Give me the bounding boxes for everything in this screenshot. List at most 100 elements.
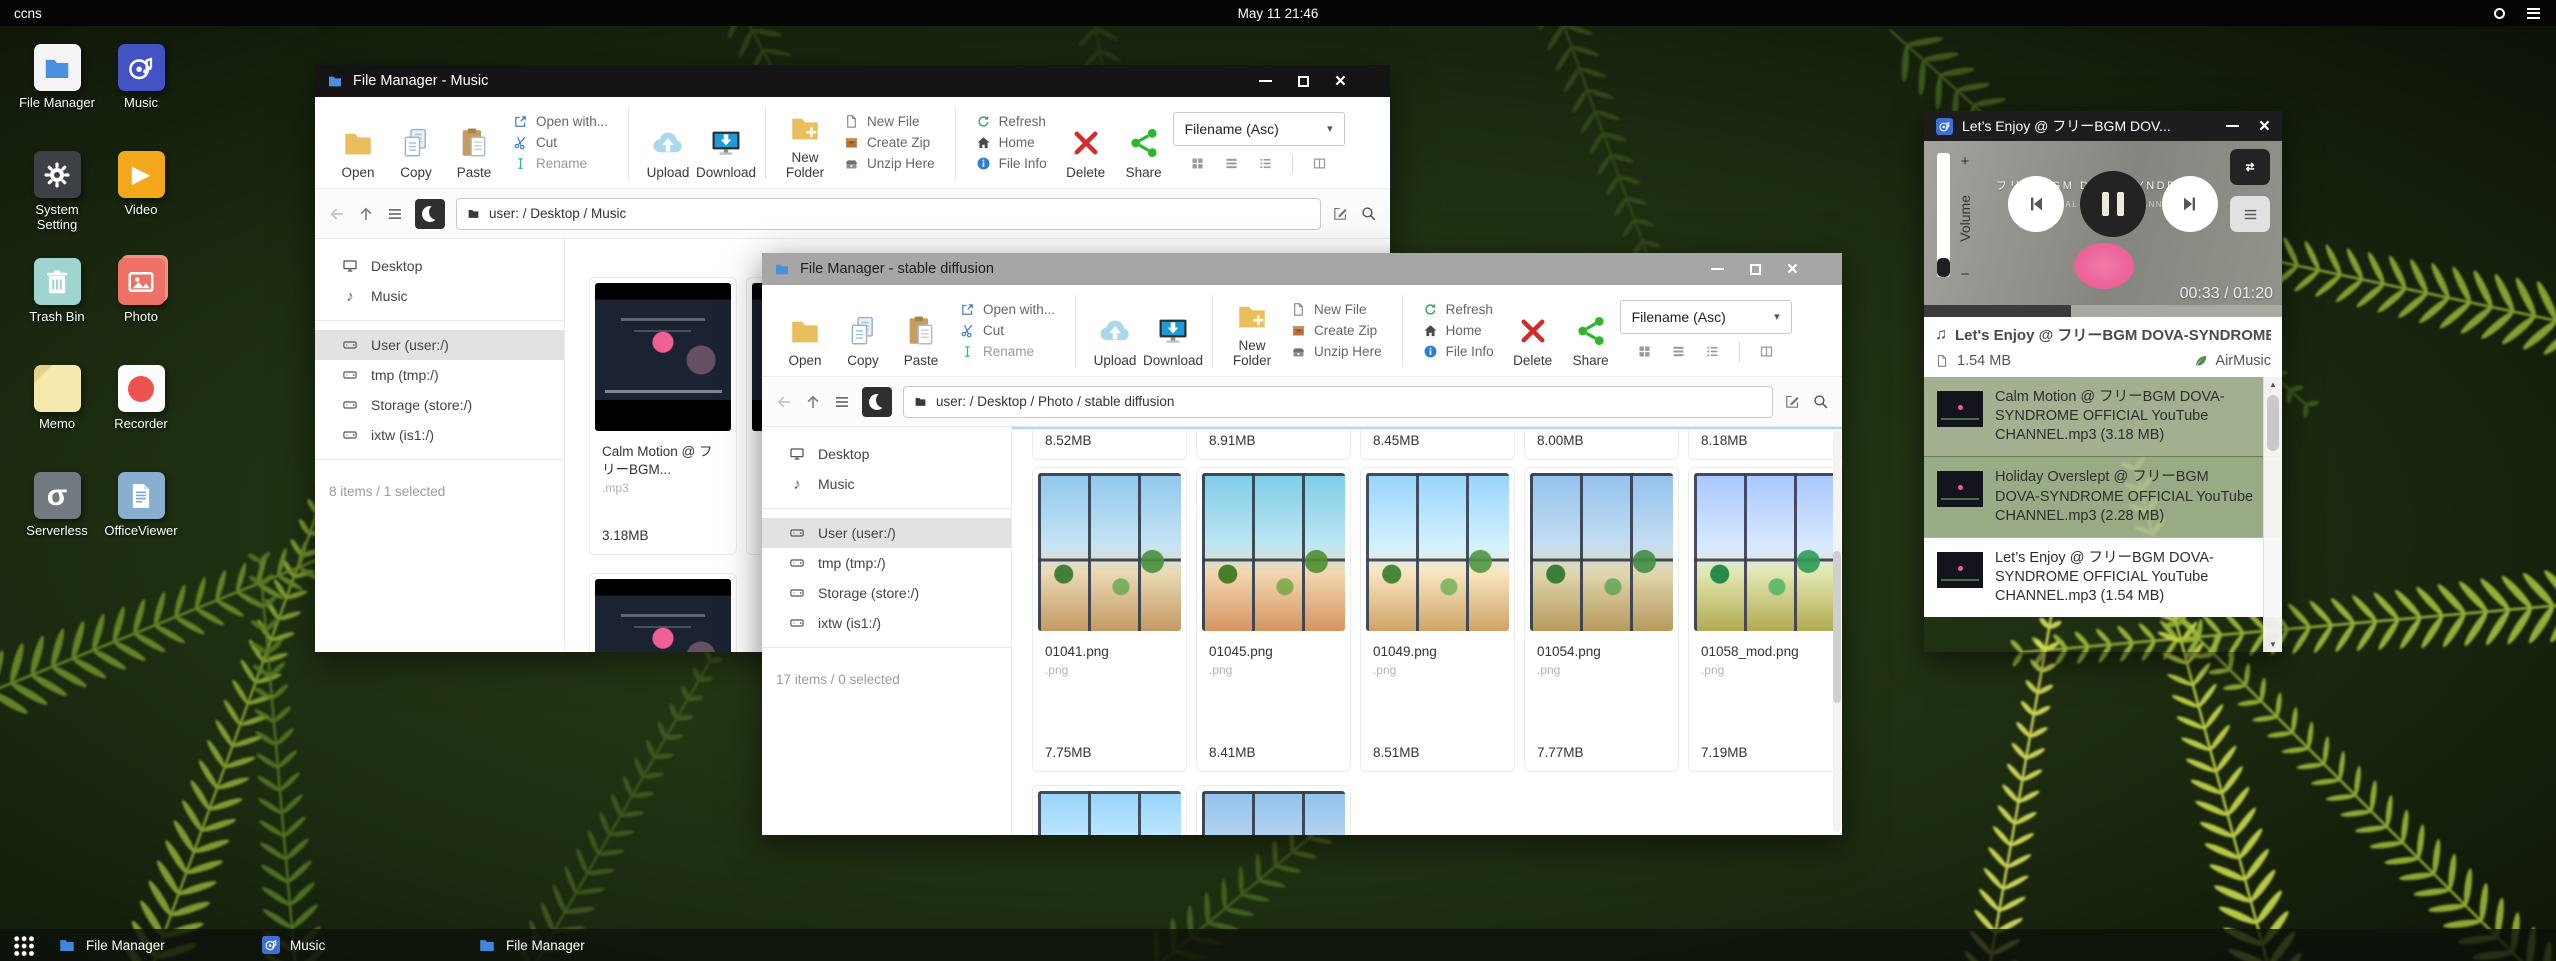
copy-button[interactable]: Copy (387, 106, 445, 180)
cut-button[interactable]: Cut (513, 135, 608, 150)
file-card[interactable] (589, 573, 737, 652)
path-menu-icon[interactable] (833, 393, 851, 411)
grid-view-icon[interactable] (1637, 344, 1652, 359)
edit-path-icon[interactable] (1332, 205, 1349, 222)
app-launcher-button[interactable] (13, 935, 34, 956)
open-with-button[interactable]: Open with... (513, 114, 608, 129)
detail-view-icon[interactable] (1705, 344, 1720, 359)
search-icon[interactable] (1360, 205, 1377, 222)
playlist-scrollbar[interactable]: ▲ ▼ (2263, 377, 2282, 652)
playlist-item-current[interactable]: Let’s Enjoy @ フリーBGM DOVA-SYNDROME OFFIC… (1924, 537, 2282, 617)
sidebar-item-music[interactable]: ♪ Music (762, 469, 1011, 499)
desktop-icon-serverless[interactable]: σ Serverless (18, 472, 96, 579)
playlist-toggle-button[interactable] (2230, 196, 2270, 232)
file-card-partial[interactable]: 8.91MB (1196, 427, 1351, 460)
close-button[interactable]: × (1335, 72, 1346, 91)
desktop-icon-system-setting[interactable]: System Setting (18, 151, 96, 258)
file-card-01045[interactable]: 01045.png .png 8.41MB (1196, 467, 1351, 772)
minimize-button[interactable] (1711, 268, 1724, 270)
file-card-partial[interactable] (1196, 785, 1351, 835)
volume-slider[interactable] (1937, 153, 1950, 277)
new-folder-button[interactable]: New Folder (1223, 294, 1281, 368)
desktop-icon-file-manager[interactable]: File Manager (18, 44, 96, 151)
file-card-01049[interactable]: 01049.png .png 8.51MB (1360, 467, 1515, 772)
open-button[interactable]: Open (776, 294, 834, 368)
file-card-partial[interactable]: 8.52MB (1032, 427, 1187, 460)
cut-button[interactable]: Cut (960, 323, 1055, 338)
home-button[interactable]: Home (1423, 323, 1494, 338)
pause-button[interactable] (2080, 171, 2146, 237)
new-file-button[interactable]: New File (844, 114, 935, 129)
next-track-button[interactable] (2162, 176, 2218, 232)
path-menu-icon[interactable] (386, 205, 404, 223)
desktop-icon-memo[interactable]: Memo (18, 365, 96, 472)
minimize-button[interactable] (1259, 80, 1272, 82)
up-button[interactable] (357, 205, 375, 223)
taskbar-item-music[interactable]: Music (262, 929, 325, 961)
close-button[interactable]: × (1787, 260, 1798, 279)
delete-button[interactable]: Delete (1057, 106, 1115, 180)
file-card-partial[interactable]: 8.18MB (1688, 427, 1842, 460)
download-button[interactable]: Download (697, 106, 755, 180)
volume-slider-thumb[interactable] (1937, 258, 1950, 277)
unzip-here-button[interactable]: Unzip Here (1291, 344, 1382, 359)
player-titlebar[interactable]: Let’s Enjoy @ フリーBGM DOV... × (1924, 111, 2282, 141)
status-ring-icon[interactable] (2494, 8, 2505, 19)
system-menu-icon[interactable] (2527, 8, 2540, 19)
column-view-icon[interactable] (1759, 344, 1774, 359)
share-button[interactable]: Share (1115, 106, 1173, 180)
window-music-player[interactable]: Let’s Enjoy @ フリーBGM DOV... × フリー BGM DO… (1924, 111, 2282, 652)
playlist-item[interactable]: Calm Motion @ フリーBGM DOVA-SYNDROME OFFIC… (1924, 377, 2282, 456)
scroll-up-icon[interactable]: ▲ (2269, 380, 2277, 389)
desktop-icon-video[interactable]: ▶ Video (102, 151, 180, 258)
scrollbar-thumb[interactable] (1833, 551, 1841, 704)
sidebar-item-drive-user[interactable]: User (user:/) (315, 330, 564, 360)
sidebar-item-desktop[interactable]: Desktop (762, 439, 1011, 469)
breadcrumb[interactable]: user: / Desktop / Photo / stable diffusi… (903, 386, 1773, 418)
rename-button[interactable]: Rename (513, 156, 608, 171)
home-button[interactable]: Home (976, 135, 1047, 150)
playlist-item[interactable]: Holiday Overslept @ フリーBGM DOVA-SYNDROME… (1924, 456, 2282, 536)
new-folder-button[interactable]: New Folder (776, 106, 834, 180)
sort-dropdown[interactable]: Filename (Asc) ▾ (1173, 112, 1345, 146)
detail-view-icon[interactable] (1258, 156, 1273, 171)
share-button[interactable]: Share (1562, 294, 1620, 368)
new-file-button[interactable]: New File (1291, 302, 1382, 317)
refresh-button[interactable]: Refresh (1423, 302, 1494, 317)
file-card-01058-mod[interactable]: 01058_mod.png .png 7.19MB (1688, 467, 1842, 772)
file-card-partial[interactable] (1032, 785, 1187, 835)
vertical-scrollbar[interactable] (1833, 430, 1841, 832)
open-with-button[interactable]: Open with... (960, 302, 1055, 317)
desktop-icon-recorder[interactable]: Recorder (102, 365, 180, 472)
list-view-icon[interactable] (1671, 344, 1686, 359)
sidebar-item-drive-tmp[interactable]: tmp (tmp:/) (315, 360, 564, 390)
create-zip-button[interactable]: Create Zip (844, 135, 935, 150)
download-button[interactable]: Download (1144, 294, 1202, 368)
grid-view-icon[interactable] (1190, 156, 1205, 171)
dark-mode-toggle[interactable] (862, 387, 892, 417)
upload-button[interactable]: Upload (1086, 294, 1144, 368)
sidebar-item-drive-storage[interactable]: Storage (store:/) (315, 390, 564, 420)
scroll-down-icon[interactable]: ▼ (2269, 640, 2277, 649)
file-card-calm-motion[interactable]: Calm Motion @ フリーBGM... .mp3 3.18MB (589, 277, 737, 555)
unzip-here-button[interactable]: Unzip Here (844, 156, 935, 171)
sidebar-item-drive-ixtw[interactable]: ixtw (is1:/) (762, 608, 1011, 638)
paste-button[interactable]: Paste (892, 294, 950, 368)
open-button[interactable]: Open (329, 106, 387, 180)
desktop-icon-photo[interactable]: Photo (102, 258, 180, 365)
previous-track-button[interactable] (2008, 176, 2064, 232)
sidebar-item-drive-ixtw[interactable]: ixtw (is1:/) (315, 420, 564, 450)
rename-button[interactable]: Rename (960, 344, 1055, 359)
desktop-icon-trash-bin[interactable]: Trash Bin (18, 258, 96, 365)
maximize-button[interactable] (1750, 264, 1761, 275)
titlebar[interactable]: File Manager - stable diffusion × (762, 253, 1842, 285)
sidebar-item-music[interactable]: ♪ Music (315, 281, 564, 311)
titlebar[interactable]: File Manager - Music × (315, 65, 1390, 97)
upload-button[interactable]: Upload (639, 106, 697, 180)
dark-mode-toggle[interactable] (415, 199, 445, 229)
breadcrumb[interactable]: user: / Desktop / Music (456, 198, 1321, 230)
close-button[interactable]: × (2259, 117, 2270, 136)
create-zip-button[interactable]: Create Zip (1291, 323, 1382, 338)
file-card-partial[interactable]: 8.45MB (1360, 427, 1515, 460)
list-view-icon[interactable] (1224, 156, 1239, 171)
